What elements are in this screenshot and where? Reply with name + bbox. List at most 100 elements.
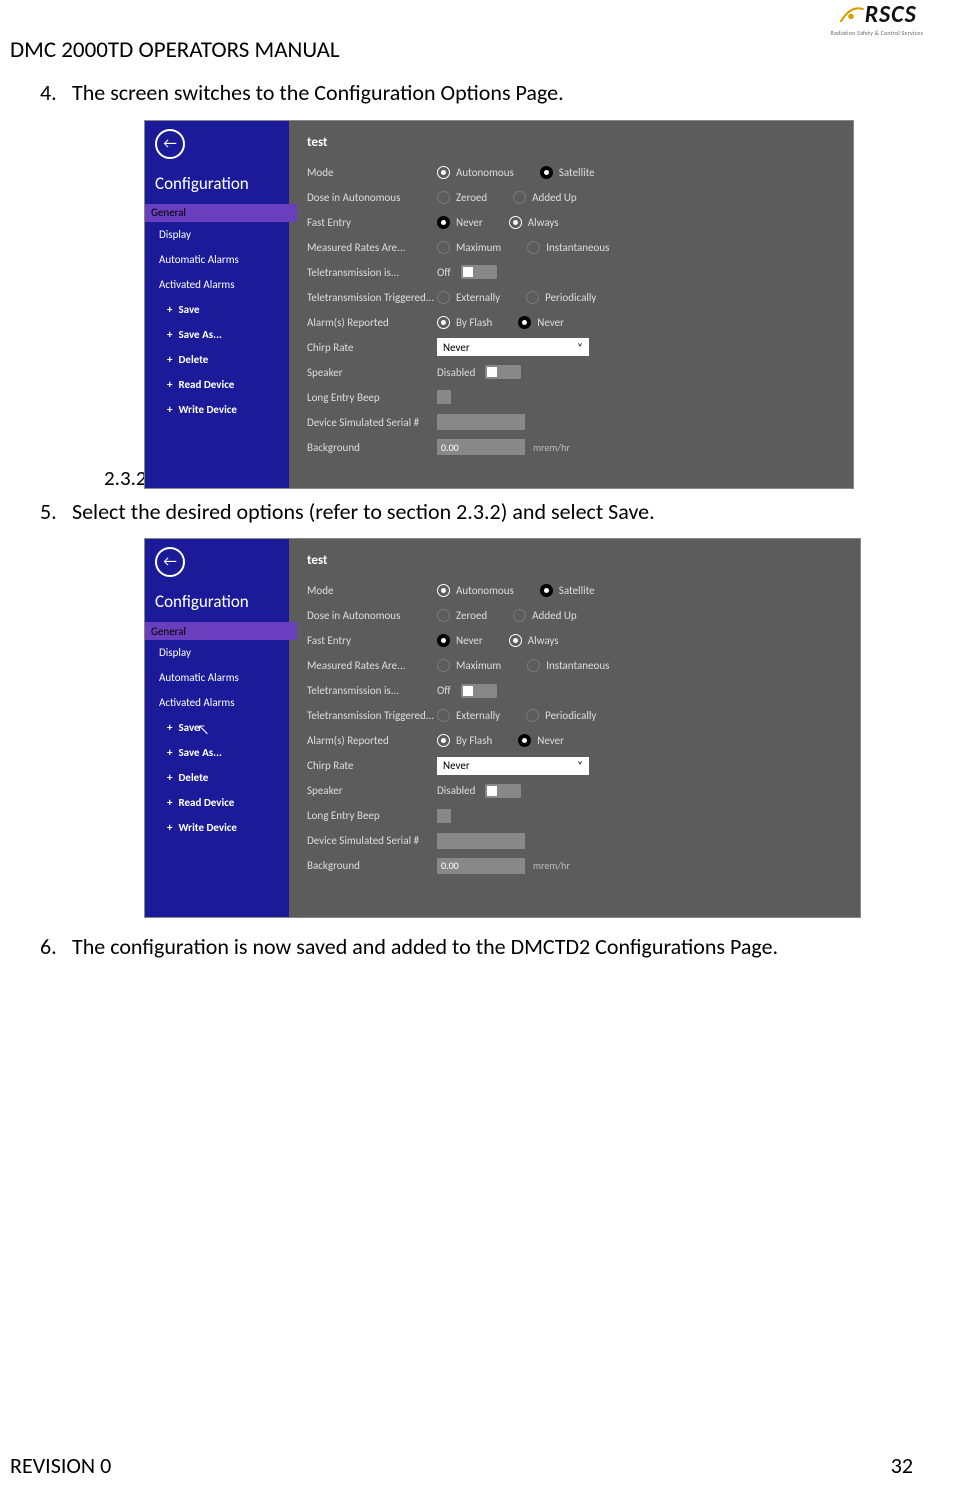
back-button[interactable]: ← (155, 547, 185, 577)
radio-periodically[interactable]: Periodically (526, 709, 596, 722)
radio-alarm-never[interactable]: Never (518, 316, 564, 329)
back-button[interactable]: ← (155, 129, 185, 159)
label-rates: Measured Rates Are... (307, 241, 437, 254)
input-serial[interactable] (437, 833, 525, 849)
radio-externally[interactable]: Externally (437, 291, 500, 304)
sidebar-item-activated-alarms[interactable]: Activated Alarms (145, 272, 289, 297)
sidebar-item-general[interactable]: General (145, 622, 297, 640)
label-chirp: Chirp Rate (307, 341, 437, 354)
label-alarm-reported: Alarm(s) Reported (307, 734, 437, 747)
radio-fast-always[interactable]: Always (509, 216, 559, 229)
doc-title: DMC 2000TD OPERATORS MANUAL (10, 36, 340, 64)
label-fast-entry: Fast Entry (307, 216, 437, 229)
input-background[interactable]: 0.00 (437, 439, 525, 455)
sidebar-item-read-device[interactable]: +Read Device (145, 372, 289, 397)
logo-text: RSCS (865, 0, 917, 29)
logo-swoosh-icon (837, 1, 865, 29)
radio-autonomous[interactable]: Autonomous (437, 584, 514, 597)
toggle-teletrans[interactable] (461, 684, 497, 698)
radio-by-flash[interactable]: By Flash (437, 734, 492, 747)
label-beep: Long Entry Beep (307, 809, 437, 822)
sidebar-item-delete[interactable]: +Delete (145, 765, 289, 790)
radio-satellite[interactable]: Satellite (540, 584, 595, 597)
radio-periodically[interactable]: Periodically (526, 291, 596, 304)
label-serial: Device Simulated Serial # (307, 834, 437, 847)
step-text: Select the desired options (refer to sec… (72, 497, 655, 527)
sidebar-item-read-device[interactable]: +Read Device (145, 790, 289, 815)
panel-title: test (307, 553, 860, 568)
sidebar-item-save[interactable]: +Save (145, 297, 289, 322)
sidebar-item-write-device[interactable]: +Write Device (145, 815, 289, 840)
sidebar-item-auto-alarms[interactable]: Automatic Alarms (145, 247, 289, 272)
label-mode: Mode (307, 584, 437, 597)
radio-by-flash[interactable]: By Flash (437, 316, 492, 329)
toggle-speaker[interactable] (485, 365, 521, 379)
input-serial[interactable] (437, 414, 525, 430)
unit-mremhr: mrem/hr (533, 859, 570, 872)
toggle-teletrans[interactable] (461, 265, 497, 279)
radio-autonomous[interactable]: Autonomous (437, 166, 514, 179)
unit-mremhr: mrem/hr (533, 441, 570, 454)
checkbox-beep[interactable] (437, 809, 451, 823)
config-panel: test ModeAutonomous Satellite Dose in Aut… (289, 539, 860, 917)
label-tele-trig: Teletransmission Triggered... (307, 709, 437, 722)
radio-maximum[interactable]: Maximum (437, 659, 501, 672)
step-text: The screen switches to the Configuration… (72, 78, 564, 108)
radio-maximum[interactable]: Maximum (437, 241, 501, 254)
sidebar-item-display[interactable]: Display (145, 640, 289, 665)
sidebar-item-auto-alarms[interactable]: Automatic Alarms (145, 665, 289, 690)
radio-zeroed[interactable]: Zeroed (437, 191, 487, 204)
label-teletrans: Teletransmission is... (307, 266, 437, 279)
sidebar-title: Configuration (155, 173, 289, 194)
step-num: 6. (40, 932, 72, 962)
sidebar-item-save-as[interactable]: +Save As... (145, 322, 289, 347)
radio-instantaneous[interactable]: Instantaneous (527, 241, 609, 254)
step-5: 5. Select the desired options (refer to … (40, 497, 910, 527)
checkbox-beep[interactable] (437, 390, 451, 404)
footer-revision: REVISION 0 (10, 1452, 111, 1479)
input-background[interactable]: 0.00 (437, 858, 525, 874)
sidebar-item-save[interactable]: +Save↖ (145, 715, 289, 740)
sidebar: ← Configuration General Display Automati… (145, 121, 289, 488)
section-ref: 2.3.2 (104, 465, 147, 491)
radio-instantaneous[interactable]: Instantaneous (527, 659, 609, 672)
label-rates: Measured Rates Are... (307, 659, 437, 672)
screenshot-config-page: ← Configuration General Display Automati… (144, 120, 854, 489)
sidebar-item-activated-alarms[interactable]: Activated Alarms (145, 690, 289, 715)
step-num: 4. (40, 78, 72, 108)
step-4: 4. The screen switches to the Configurat… (40, 78, 910, 108)
label-speaker: Speaker (307, 784, 437, 797)
chevron-down-icon: ˅ (577, 341, 583, 354)
radio-fast-never[interactable]: Never (437, 634, 483, 647)
sidebar-item-write-device[interactable]: +Write Device (145, 397, 289, 422)
toggle-speaker[interactable] (485, 784, 521, 798)
chevron-down-icon: ˅ (577, 759, 583, 772)
label-teletrans: Teletransmission is... (307, 684, 437, 697)
sidebar-item-delete[interactable]: +Delete (145, 347, 289, 372)
select-chirp-rate[interactable]: Never˅ (437, 338, 589, 356)
label-chirp: Chirp Rate (307, 759, 437, 772)
sidebar-item-general[interactable]: General (145, 204, 297, 222)
footer-page: 32 (891, 1452, 913, 1479)
radio-fast-always[interactable]: Always (509, 634, 559, 647)
screenshot-config-save: ← Configuration General Display Automati… (144, 538, 861, 918)
label-dose: Dose in Autonomous (307, 191, 437, 204)
radio-satellite[interactable]: Satellite (540, 166, 595, 179)
sidebar-item-display[interactable]: Display (145, 222, 289, 247)
sidebar-item-save-as[interactable]: +Save As... (145, 740, 289, 765)
radio-externally[interactable]: Externally (437, 709, 500, 722)
label-beep: Long Entry Beep (307, 391, 437, 404)
label-dose: Dose in Autonomous (307, 609, 437, 622)
label-mode: Mode (307, 166, 437, 179)
label-background: Background (307, 859, 437, 872)
radio-alarm-never[interactable]: Never (518, 734, 564, 747)
logo-subtitle: Radiation Safety & Control Services (830, 29, 923, 37)
sidebar: ← Configuration General Display Automati… (145, 539, 289, 917)
label-background: Background (307, 441, 437, 454)
radio-fast-never[interactable]: Never (437, 216, 483, 229)
radio-added-up[interactable]: Added Up (513, 609, 577, 622)
config-panel: test ModeAutonomousSatellite Dose in Aut… (289, 121, 853, 488)
radio-zeroed[interactable]: Zeroed (437, 609, 487, 622)
select-chirp-rate[interactable]: Never˅ (437, 757, 589, 775)
radio-added-up[interactable]: Added Up (513, 191, 577, 204)
